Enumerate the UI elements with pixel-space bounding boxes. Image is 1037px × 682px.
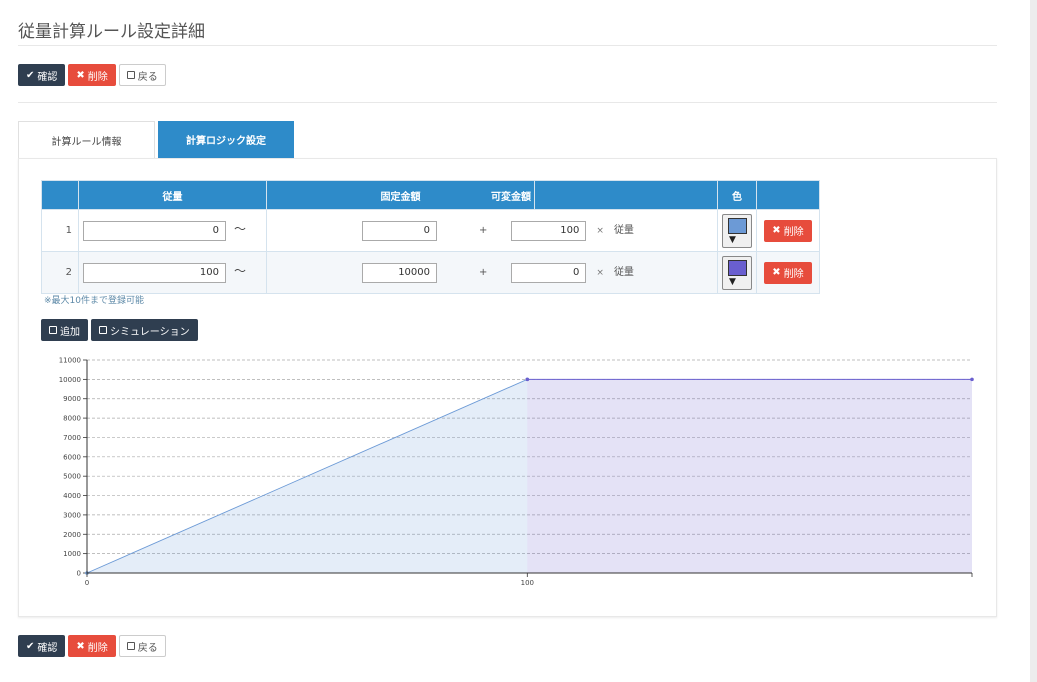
caret-down-icon: ▼ [729,234,736,245]
table-row: 2 〜 + × 従量 ▼ ✖削除 [41,251,820,294]
delete-label: 削除 [87,642,108,654]
title-divider [18,45,997,46]
row-delete-label: 削除 [783,269,804,280]
plus-label: + [479,267,488,278]
delete-button-bottom[interactable]: ✖ 削除 [68,635,116,657]
header-variable: 可変金額 [491,180,718,210]
row-delete-button[interactable]: ✖ 削除 [764,261,812,284]
y-tick-label: 4000 [63,492,81,500]
row-number: 2 [41,251,79,294]
confirm-label: 確認 [37,642,58,654]
add-label: 追加 [60,326,80,338]
table-header-row: 従量 固定金額 可変金額 色 [41,180,820,210]
plus-label: + [479,225,488,236]
top-button-row: ✔ 確認 ✖ 削除 戻る [18,64,166,86]
color-picker[interactable]: ▼ [722,255,752,290]
page-scrollbar[interactable] [1030,0,1037,682]
add-row-button[interactable]: 追加 [41,319,88,341]
row-delete-label: 削除 [783,227,804,238]
usage-from-input[interactable] [83,220,226,241]
fixed-amount-input[interactable] [362,262,437,283]
confirm-label: 確認 [37,71,58,83]
header-action [756,180,820,210]
max-rows-note: ※最大10件まで登録可能 [44,296,144,306]
usage-chart: 0100020003000400050006000700080009000100… [59,357,974,587]
toolbar-divider [18,102,997,103]
y-tick-label: 11000 [59,357,81,365]
y-tick-label: 7000 [63,434,81,442]
logic-table: 従量 固定金額 可変金額 色 1〜+×従量▼✖削除2〜+×従量▼✖削除 [41,180,820,294]
header-variable-label: 可変金額 [491,191,531,203]
usage-unit-label: 従量 [613,267,634,278]
usage-cell: 〜 [78,209,267,252]
x-icon: ✖ [76,640,85,652]
times-label: × [596,268,604,278]
confirm-button-bottom[interactable]: ✔ 確認 [18,635,66,657]
page-title: 従量計算ルール設定詳細 [18,22,205,42]
row-delete-button[interactable]: ✖ 削除 [764,219,812,242]
edit-icon [49,326,57,334]
header-fixed-label: 固定金額 [380,191,421,203]
color-picker[interactable]: ▼ [722,213,752,248]
back-button-bottom[interactable]: 戻る [118,635,166,657]
tilde-label: 〜 [234,222,247,237]
series-2-area [527,379,972,573]
header-no [41,180,79,210]
caret-down-icon: ▼ [729,276,736,287]
y-tick-label: 10000 [59,376,81,384]
tilde-label: 〜 [234,264,247,279]
color-swatch [728,259,747,276]
y-tick-label: 6000 [63,453,81,461]
action-cell: ✖ 削除 [756,209,820,252]
color-swatch [728,217,747,234]
y-tick-label: 8000 [63,415,81,423]
edit-icon [126,71,135,79]
simulation-button[interactable]: シミュレーション [91,319,198,341]
usage-cell: 〜 [78,251,267,294]
y-tick-label: 3000 [63,511,81,519]
back-label: 戻る [137,71,158,83]
y-tick-label: 0 [77,570,81,578]
x-icon: ✖ [76,69,85,81]
bottom-button-row: ✔ 確認 ✖ 削除 戻る [18,635,166,657]
tab-logic-settings[interactable]: 計算ロジック設定 [158,121,294,165]
usage-unit-label: 従量 [613,225,634,236]
variable-amount-input[interactable] [511,262,587,283]
confirm-button[interactable]: ✔ 確認 [18,64,66,86]
color-cell: ▼ [717,209,757,252]
amount-cell: + × 従量 [266,251,718,294]
series-2-point [970,377,974,382]
table-row: 1 〜 + × 従量 ▼ ✖削除 [41,209,820,252]
y-tick-label: 1000 [63,550,81,558]
back-label: 戻る [137,642,158,654]
variable-amount-input[interactable] [511,220,587,241]
times-label: × [596,226,604,236]
delete-button[interactable]: ✖ 削除 [68,64,116,86]
row-number: 1 [41,209,79,252]
y-tick-label: 9000 [63,395,81,403]
amount-cell: + × 従量 [266,209,718,252]
header-usage: 従量 [78,180,267,210]
x-tick-label: 0 [85,579,89,587]
color-cell: ▼ [717,251,757,294]
y-tick-label: 2000 [63,531,81,539]
series-2-point [525,377,530,382]
x-tick-label: 100 [521,579,534,587]
action-cell: ✖ 削除 [756,251,820,294]
fixed-amount-input[interactable] [362,220,437,241]
y-tick-label: 5000 [63,473,81,481]
x-icon: ✖ [772,225,781,236]
simulation-label: シミュレーション [110,326,190,338]
edit-icon [126,642,135,650]
back-button[interactable]: 戻る [118,64,166,86]
header-color: 色 [717,180,757,210]
delete-label: 削除 [87,71,108,83]
edit-icon [99,326,107,334]
x-icon: ✖ [772,267,781,278]
tab-rule-info[interactable]: 計算ルール情報 [18,121,155,158]
check-icon: ✔ [26,69,35,81]
usage-from-input[interactable] [83,262,226,283]
chart-action-row: 追加 シミュレーション [41,319,198,341]
check-icon: ✔ [26,640,35,652]
